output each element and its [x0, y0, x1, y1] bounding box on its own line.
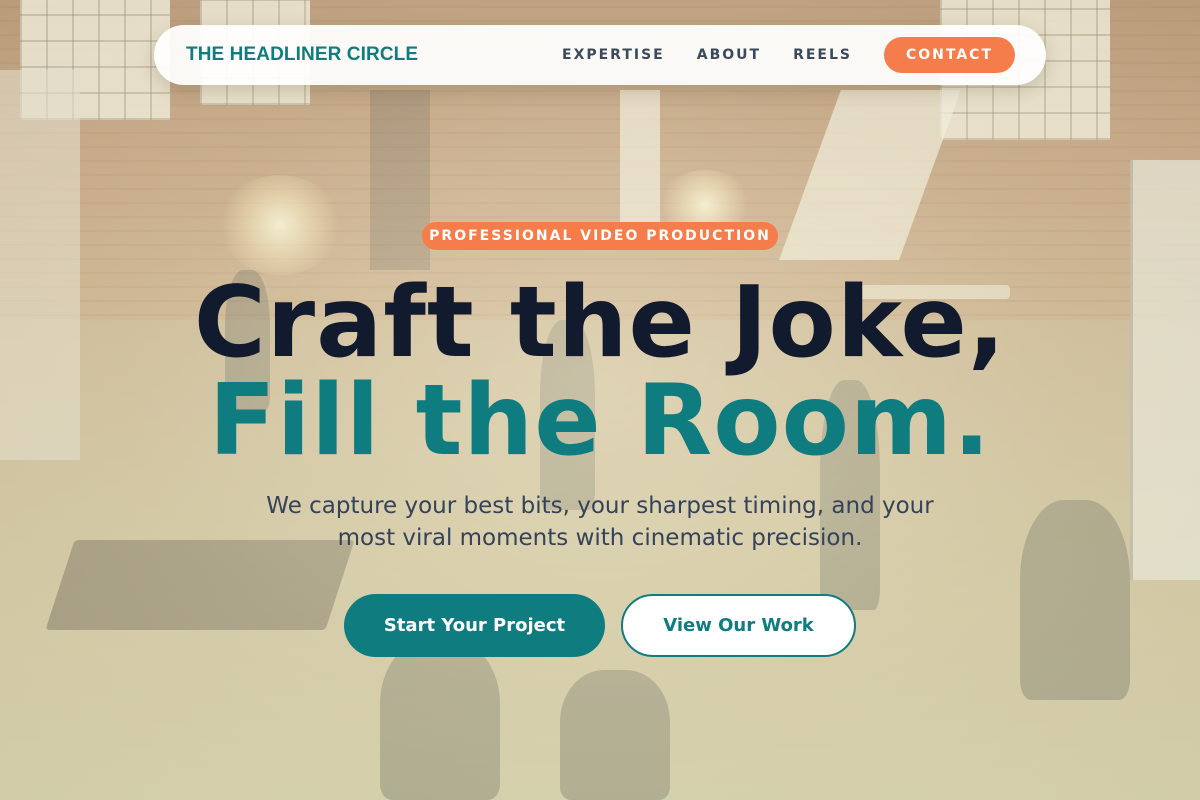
top-nav: THE HEADLINER CIRCLE EXPERTISE ABOUT REE…: [154, 25, 1046, 85]
hero-headline-line1: Craft the Joke,: [193, 266, 1007, 380]
nav-links: EXPERTISE ABOUT REELS CONTACT: [562, 37, 1015, 73]
hero-subtitle: We capture your best bits, your sharpest…: [266, 493, 934, 551]
view-work-button[interactable]: View Our Work: [621, 594, 856, 657]
nav-link-expertise[interactable]: EXPERTISE: [562, 47, 665, 63]
hero-badge: PROFESSIONAL VIDEO PRODUCTION: [422, 222, 778, 250]
nav-link-about[interactable]: ABOUT: [697, 47, 761, 63]
start-project-button[interactable]: Start Your Project: [344, 594, 605, 657]
contact-button[interactable]: CONTACT: [884, 37, 1015, 73]
brand-logo[interactable]: THE HEADLINER CIRCLE: [186, 44, 418, 66]
hero-headline-line2: Fill the Room.: [208, 364, 992, 478]
nav-link-reels[interactable]: REELS: [793, 47, 852, 63]
